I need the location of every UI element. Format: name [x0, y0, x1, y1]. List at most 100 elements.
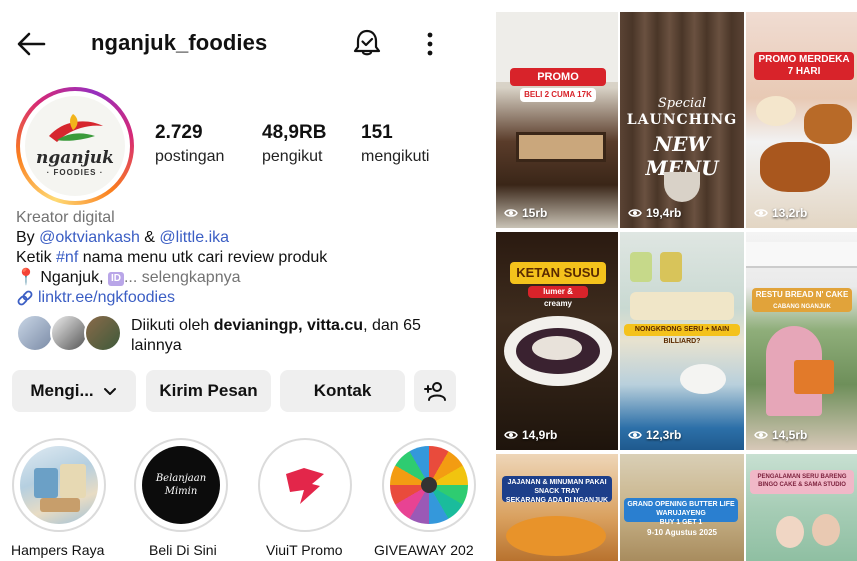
followed-by[interactable]: Diikuti oleh devianingp, vitta.cu, dan 6… — [16, 314, 476, 356]
view-count: 13,2rb — [754, 206, 807, 220]
grid-post[interactable]: JAJANAN & MINUMAN PAKAI SNACK TRAY SEKARA… — [496, 454, 618, 561]
followed-by-text: Diikuti oleh devianingp, vitta.cu, dan 6… — [131, 316, 461, 356]
followers-count: 48,9RB — [262, 122, 327, 143]
post-badge-sub: CABANG NGANJUK — [773, 304, 831, 310]
grid-post[interactable]: PROMO MERDEKA 7 HARI 13,2rb — [746, 12, 857, 228]
grid-post[interactable]: Special LAUNCHING NEW MENU 19,4rb — [620, 12, 744, 228]
post-title-line1: Special — [657, 96, 707, 111]
external-link[interactable]: linktr.ee/ngkfoodies — [38, 288, 175, 308]
view-count-text: 15rb — [522, 206, 548, 220]
profile-username: nganjuk_foodies — [91, 30, 268, 55]
contact-button[interactable]: Kontak — [280, 370, 405, 412]
follower-avatar — [84, 314, 122, 352]
view-count: 12,3rb — [628, 428, 681, 442]
post-date: 9-10 Agustus 2025 — [647, 528, 717, 537]
post-badge-text: RESTU BREAD N' CAKE — [755, 290, 849, 299]
bio-by-text: By — [16, 229, 40, 246]
follower-avatar — [50, 314, 88, 352]
hashtag-link[interactable]: #nf — [56, 249, 78, 266]
highlight-cover — [20, 446, 98, 524]
highlight-cover: Belanjaan Mimin — [142, 446, 220, 524]
grid-post[interactable]: PROMO MERDEKA BELI 2 CUMA 17K 15rb — [496, 12, 618, 228]
bio-line-link: linktr.ee/ngkfoodies — [16, 288, 476, 308]
posts-grid: PROMO MERDEKA BELI 2 CUMA 17K 15rb Speci… — [496, 12, 857, 561]
view-count: 15rb — [504, 206, 547, 220]
followed-prefix: Diikuti oleh — [131, 317, 214, 334]
profile-avatar[interactable]: nganjuk · FOODIES · — [16, 87, 134, 205]
stat-followers[interactable]: 48,9RB pengikut — [262, 122, 326, 166]
mention-link-1[interactable]: @oktviankash — [39, 229, 140, 246]
contact-label: Kontak — [313, 381, 372, 400]
bio-amp-text: & — [139, 229, 160, 246]
grid-post[interactable]: GRAND OPENING BUTTER LIFE WARUJAYENG BUY … — [620, 454, 744, 561]
following-count: 151 — [361, 122, 393, 143]
following-button[interactable]: Mengi... — [12, 370, 136, 412]
message-label: Kirim Pesan — [159, 381, 258, 400]
highlight-beli[interactable]: Belanjaan Mimin Beli Di Sini — [126, 438, 228, 558]
post-badge: RESTU BREAD N' CAKE CABANG NGANJUK — [752, 288, 852, 312]
top-bar: nganjuk_foodies — [0, 22, 480, 66]
bio-text: Ketik — [16, 249, 57, 266]
highlight-label: GIVEAWAY 202 — [374, 542, 474, 558]
play-icon — [628, 209, 642, 217]
post-badge-text: JAJANAN & MINUMAN PAKAI SNACK TRAY — [507, 479, 607, 495]
post-badge: JAJANAN & MINUMAN PAKAI SNACK TRAY SEKARA… — [502, 476, 612, 504]
mention-link-2[interactable]: @little.ika — [159, 229, 229, 246]
post-badge: NONGKRONG SERU + MAIN BILLIARD? — [624, 324, 740, 345]
post-badge-sub: BUY 1 GET 1 — [659, 519, 703, 526]
grid-post[interactable]: KETAN SUSU lumer & creamy 14,9rb — [496, 232, 618, 450]
highlight-hampers[interactable]: Hampers Raya — [4, 438, 106, 558]
promo-badge: PROMO MERDEKA 7 HARI — [754, 52, 854, 80]
grid-post[interactable]: NONGKRONG SERU + MAIN BILLIARD? 12,3rb — [620, 232, 744, 450]
bio-line-location: 📍 Nganjuk, ID... selengkapnya — [16, 268, 476, 288]
message-button[interactable]: Kirim Pesan — [146, 370, 271, 412]
view-count: 14,9rb — [504, 428, 557, 442]
highlight-cover — [266, 446, 344, 524]
grid-post[interactable]: RESTU BREAD N' CAKE CABANG NGANJUK 14,5rb — [746, 232, 857, 450]
add-user-icon — [424, 382, 446, 401]
back-arrow-icon[interactable] — [14, 26, 50, 62]
view-count-text: 14,5rb — [772, 428, 808, 442]
more-options-icon[interactable] — [418, 28, 442, 60]
logo-subtext: · FOODIES · — [46, 168, 104, 177]
followers-label: pengikut — [262, 148, 323, 165]
location-pin-icon: 📍 — [16, 269, 36, 286]
viuit-logo-icon — [286, 468, 324, 504]
promo-badge: PROMO MERDEKA — [510, 68, 606, 101]
highlight-label: Beli Di Sini — [149, 542, 217, 558]
highlight-viuit[interactable]: ViuiT Promo — [250, 438, 352, 558]
highlight-cover — [390, 446, 468, 524]
see-more-link[interactable]: ... selengkapnya — [124, 269, 241, 286]
highlight-label: ViuiT Promo — [266, 542, 343, 558]
profile-bio: Kreator digital By @oktviankash & @littl… — [16, 208, 476, 308]
promo-badge-text: PROMO MERDEKA — [758, 54, 850, 65]
bio-line-search: Ketik #nf nama menu utk cari review prod… — [16, 248, 476, 268]
post-badge: KETAN SUSU — [510, 262, 606, 284]
post-badge: GRAND OPENING BUTTER LIFE WARUJAYENG BUY … — [624, 498, 738, 526]
post-badge-sub: SEKARANG ADA DI NGANJUK — [505, 497, 609, 504]
bio-location: Nganjuk, — [40, 269, 108, 286]
post-badge: PENGALAMAN SERU BARENG BINGO CAKE & SAMA… — [750, 470, 854, 494]
following-label: Mengi... — [30, 381, 94, 400]
bio-category: Kreator digital — [16, 209, 115, 226]
grid-post[interactable]: PENGALAMAN SERU BARENG BINGO CAKE & SAMA… — [746, 454, 857, 561]
play-icon — [754, 209, 768, 217]
post-title-line2: LAUNCHING — [626, 112, 738, 128]
highlight-giveaway[interactable]: GIVEAWAY 202 — [374, 438, 476, 558]
followed-names: devianingp, vitta.cu — [213, 317, 364, 334]
highlight-cover-text: Belanjaan Mimin — [155, 473, 207, 497]
bio-text: nama menu utk cari review produk — [78, 249, 328, 266]
bio-line-by: By @oktviankash & @little.ika — [16, 228, 476, 248]
post-sub-badge: lumer & creamy — [528, 286, 588, 308]
id-badge-icon: ID — [107, 272, 124, 286]
chevron-down-icon — [103, 388, 116, 395]
view-count-text: 19,4rb — [646, 206, 682, 220]
add-user-button[interactable] — [414, 370, 456, 412]
follower-avatar — [16, 314, 54, 352]
posts-label: postingan — [155, 148, 225, 165]
post-badge-text: GRAND OPENING BUTTER LIFE WARUJAYENG — [627, 501, 735, 517]
stat-posts[interactable]: 2.729 postingan — [155, 122, 224, 166]
notification-bell-icon[interactable] — [350, 26, 384, 60]
promo-sub-badge: BELI 2 CUMA 17K — [520, 88, 596, 102]
stat-following[interactable]: 151 mengikuti — [361, 122, 429, 166]
